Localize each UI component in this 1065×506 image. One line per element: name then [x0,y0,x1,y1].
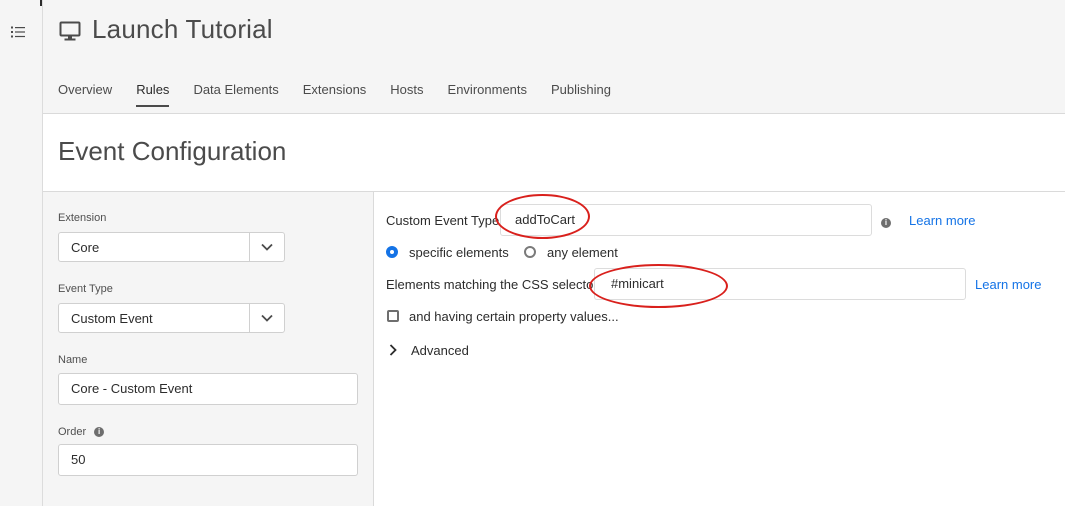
radio-specific-elements[interactable] [386,246,398,258]
event-settings-panel [374,192,1065,506]
left-rail [0,0,43,506]
radio-any-element[interactable] [524,246,536,258]
radio-any-element-label: any element [547,245,618,260]
radio-specific-elements-label: specific elements [409,245,509,260]
property-values-checkbox[interactable] [387,310,399,322]
info-icon[interactable]: i [94,427,105,438]
order-label: Order [58,426,87,438]
css-selector-label: Elements matching the CSS selector [386,277,598,292]
extension-label: Extension [58,212,107,224]
menu-list-icon[interactable] [10,24,26,40]
tab-publishing[interactable]: Publishing [551,82,611,107]
chevron-right-icon[interactable] [388,343,398,361]
event-type-label: Event Type [58,283,113,295]
tab-bar: Overview Rules Data Elements Extensions … [58,82,635,107]
learn-more-link-2[interactable]: Learn more [975,277,1041,292]
rail-indicator [40,0,42,6]
css-selector-input[interactable]: #minicart [594,268,966,300]
extension-select[interactable]: Core [58,232,285,262]
tab-environments[interactable]: Environments [448,82,527,107]
chevron-down-icon[interactable] [249,233,284,261]
app-title: Launch Tutorial [92,14,273,44]
event-type-value: Custom Event [71,310,153,326]
advanced-toggle[interactable]: Advanced [411,343,469,358]
tab-hosts[interactable]: Hosts [390,82,423,107]
monitor-icon [59,20,81,42]
page-title: Event Configuration [58,136,287,166]
order-input[interactable]: 50 [58,444,358,476]
property-values-label: and having certain property values... [409,309,619,324]
order-label-row: Order i [58,426,105,438]
tab-rules[interactable]: Rules [136,82,170,107]
info-icon[interactable]: i [881,214,891,232]
event-type-select[interactable]: Custom Event [58,303,285,333]
name-input[interactable]: Core - Custom Event [58,373,358,405]
extension-value: Core [71,239,100,255]
tab-overview[interactable]: Overview [58,82,112,107]
tab-data-elements[interactable]: Data Elements [193,82,278,107]
chevron-down-icon[interactable] [249,304,284,332]
custom-event-type-input[interactable]: addToCart [500,204,872,236]
name-label: Name [58,354,88,366]
tab-extensions[interactable]: Extensions [303,82,367,107]
learn-more-link[interactable]: Learn more [909,213,975,228]
custom-event-type-label: Custom Event Type [386,213,500,228]
